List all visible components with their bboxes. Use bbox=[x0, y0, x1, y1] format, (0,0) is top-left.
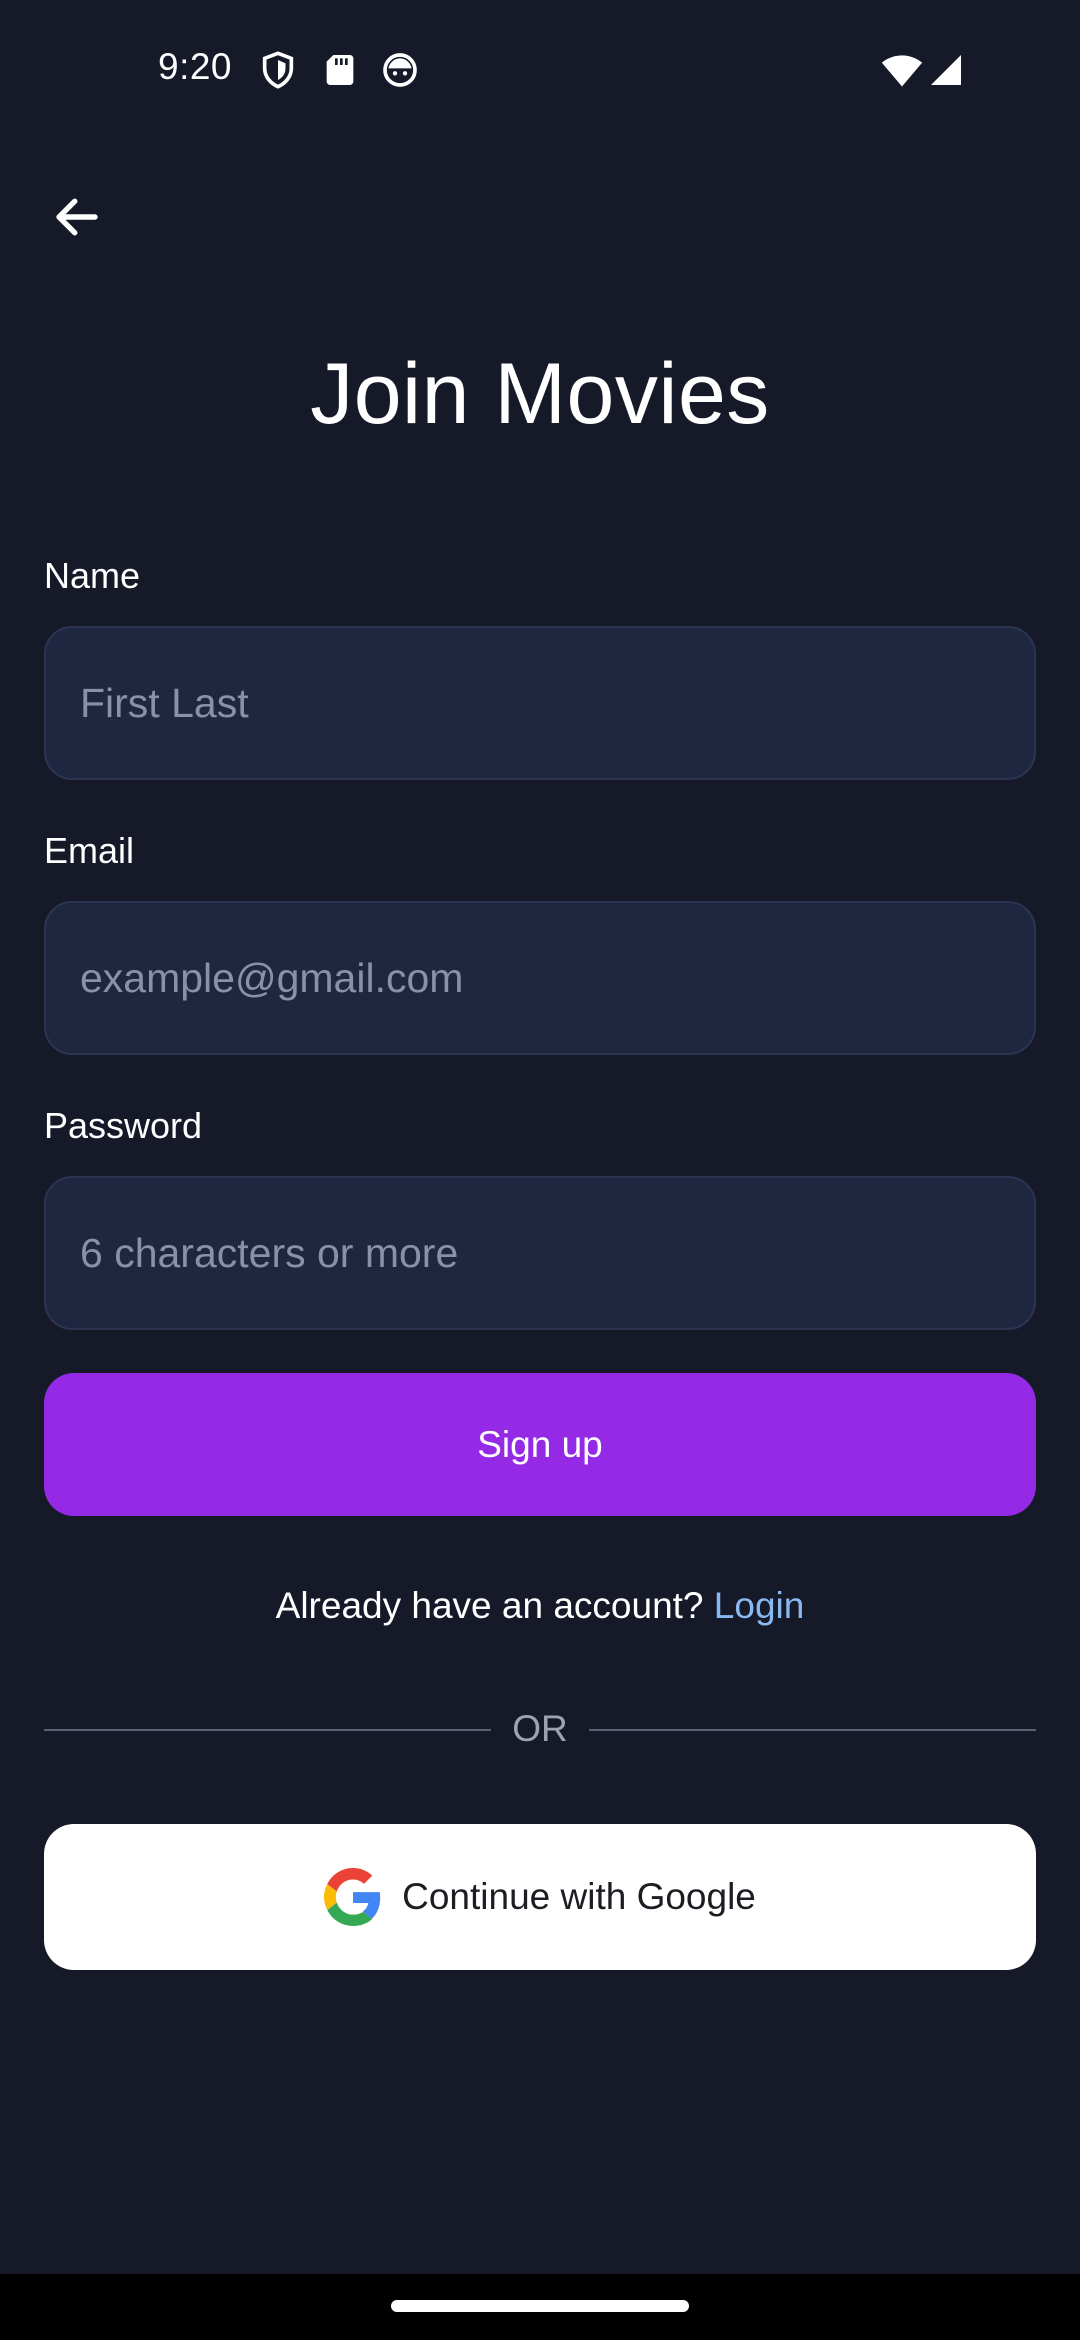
home-indicator[interactable] bbox=[391, 2300, 689, 2312]
login-prompt-text: Already have an account? bbox=[275, 1585, 714, 1626]
back-button[interactable] bbox=[42, 182, 112, 252]
page-title: Join Movies bbox=[310, 346, 770, 442]
signup-screen: 9:20 Join Movies Name Email Password bbox=[0, 0, 1080, 2340]
google-g-icon bbox=[324, 1868, 382, 1926]
status-time: 9:20 bbox=[158, 46, 233, 87]
email-input[interactable] bbox=[78, 953, 1002, 1003]
email-label: Email bbox=[44, 830, 135, 871]
sd-card-icon bbox=[320, 50, 360, 90]
wifi-icon bbox=[880, 48, 924, 92]
status-bar: 9:20 bbox=[0, 0, 1080, 140]
signal-icon bbox=[928, 52, 964, 88]
divider-right bbox=[589, 1729, 1036, 1731]
email-field[interactable] bbox=[44, 901, 1036, 1055]
login-prompt: Already have an account? Login bbox=[0, 1585, 1080, 1627]
password-label: Password bbox=[44, 1105, 203, 1146]
password-field[interactable] bbox=[44, 1176, 1036, 1330]
password-input[interactable] bbox=[78, 1228, 1002, 1278]
shield-icon bbox=[258, 50, 298, 90]
name-label: Name bbox=[44, 555, 141, 596]
face-icon bbox=[380, 50, 420, 90]
name-field[interactable] bbox=[44, 626, 1036, 780]
signup-button[interactable]: Sign up bbox=[44, 1373, 1036, 1516]
login-link[interactable]: Login bbox=[714, 1585, 805, 1626]
google-button-label: Continue with Google bbox=[402, 1876, 756, 1917]
arrow-left-icon bbox=[56, 198, 98, 236]
name-input[interactable] bbox=[78, 678, 1002, 728]
continue-with-google-button[interactable]: Continue with Google bbox=[44, 1824, 1036, 1970]
